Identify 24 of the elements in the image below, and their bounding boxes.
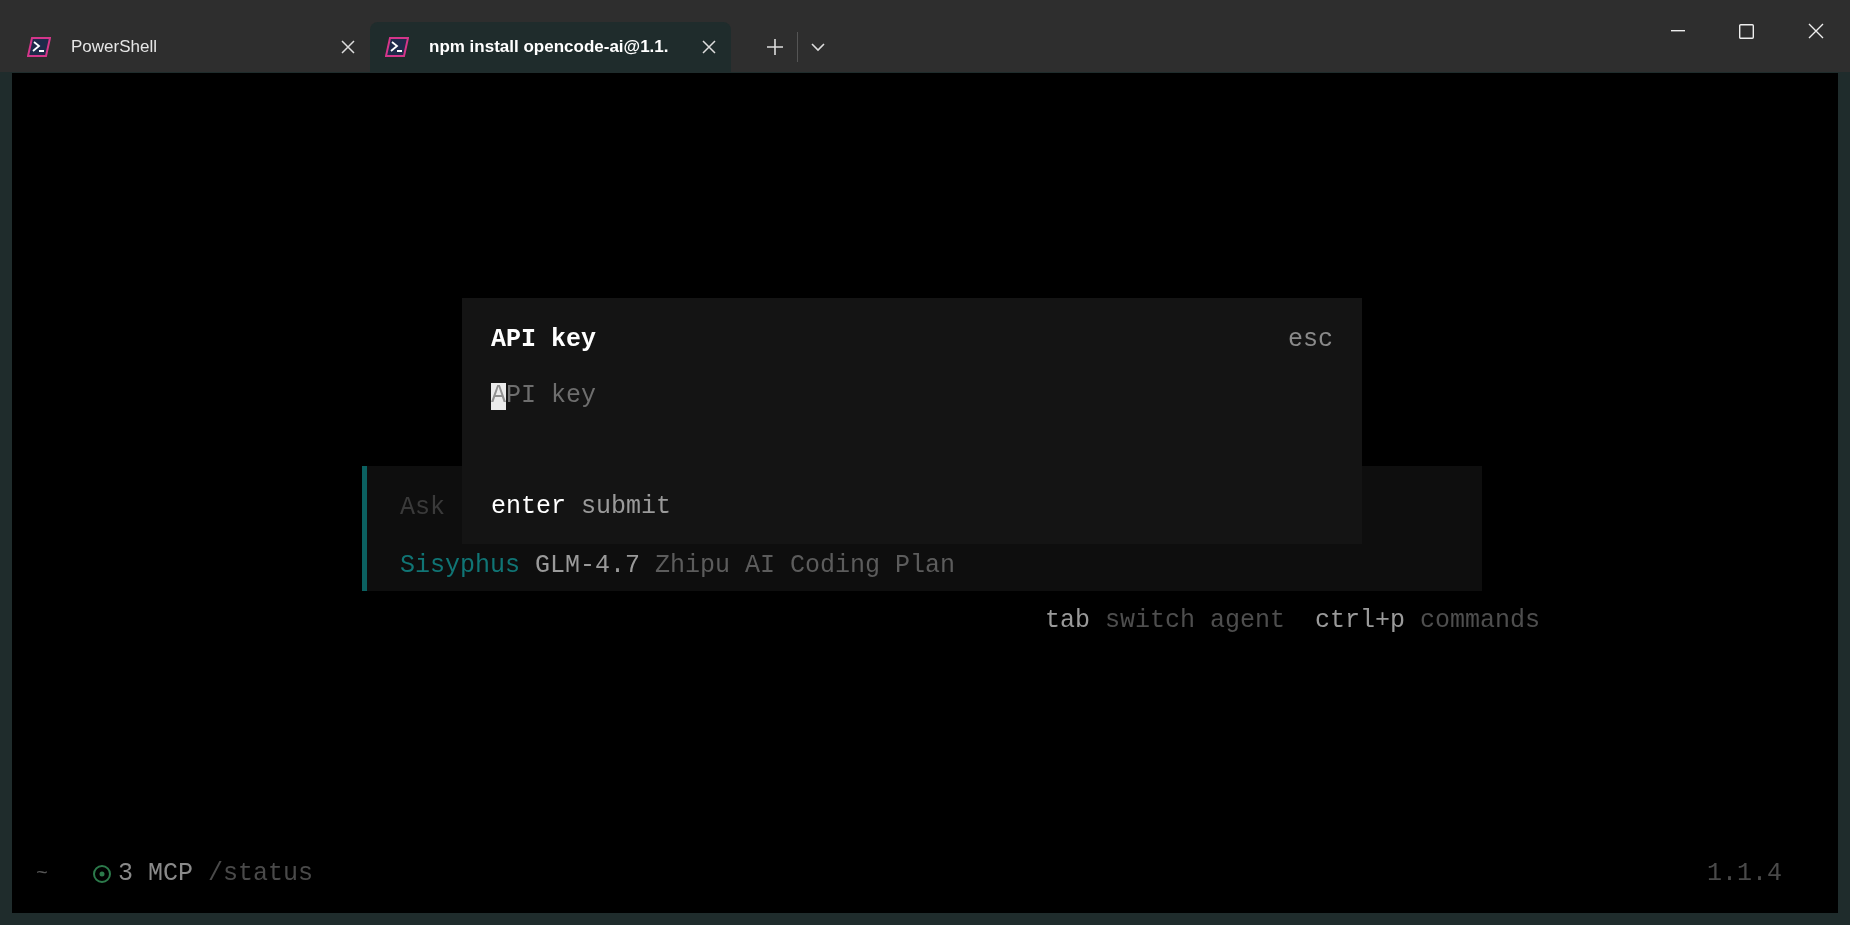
maximize-icon	[1739, 23, 1754, 39]
powershell-icon	[27, 37, 51, 57]
key-hint: tab switch agent	[1044, 605, 1285, 637]
version-label: 1.1.4	[1707, 858, 1782, 890]
plus-icon	[766, 38, 784, 56]
close-icon	[1807, 23, 1824, 39]
dialog-title: API key	[491, 324, 597, 356]
close-hint[interactable]: esc	[1288, 324, 1333, 356]
agent-name: Sisyphus	[400, 550, 521, 582]
key-hint: enter submit	[491, 491, 672, 523]
model-name: GLM-4.7	[535, 551, 641, 580]
close-tab-icon[interactable]	[702, 40, 716, 54]
key-hint: ctrl+p commands	[1314, 605, 1540, 637]
path-indicator: ~	[36, 861, 49, 887]
status-circle-icon	[92, 864, 112, 884]
chevron-down-icon	[811, 42, 825, 52]
status-command: /status	[208, 859, 314, 888]
terminal-tab[interactable]: npm install opencode-ai@1.1.	[370, 22, 731, 72]
powershell-icon	[385, 37, 409, 57]
terminal-tab[interactable]: PowerShell	[12, 22, 370, 72]
provider-name: Zhipu AI Coding Plan	[655, 551, 956, 580]
minimize-icon	[1670, 30, 1685, 32]
close-tab-icon[interactable]	[341, 40, 355, 54]
mcp-count: 3 MCP	[118, 859, 193, 888]
